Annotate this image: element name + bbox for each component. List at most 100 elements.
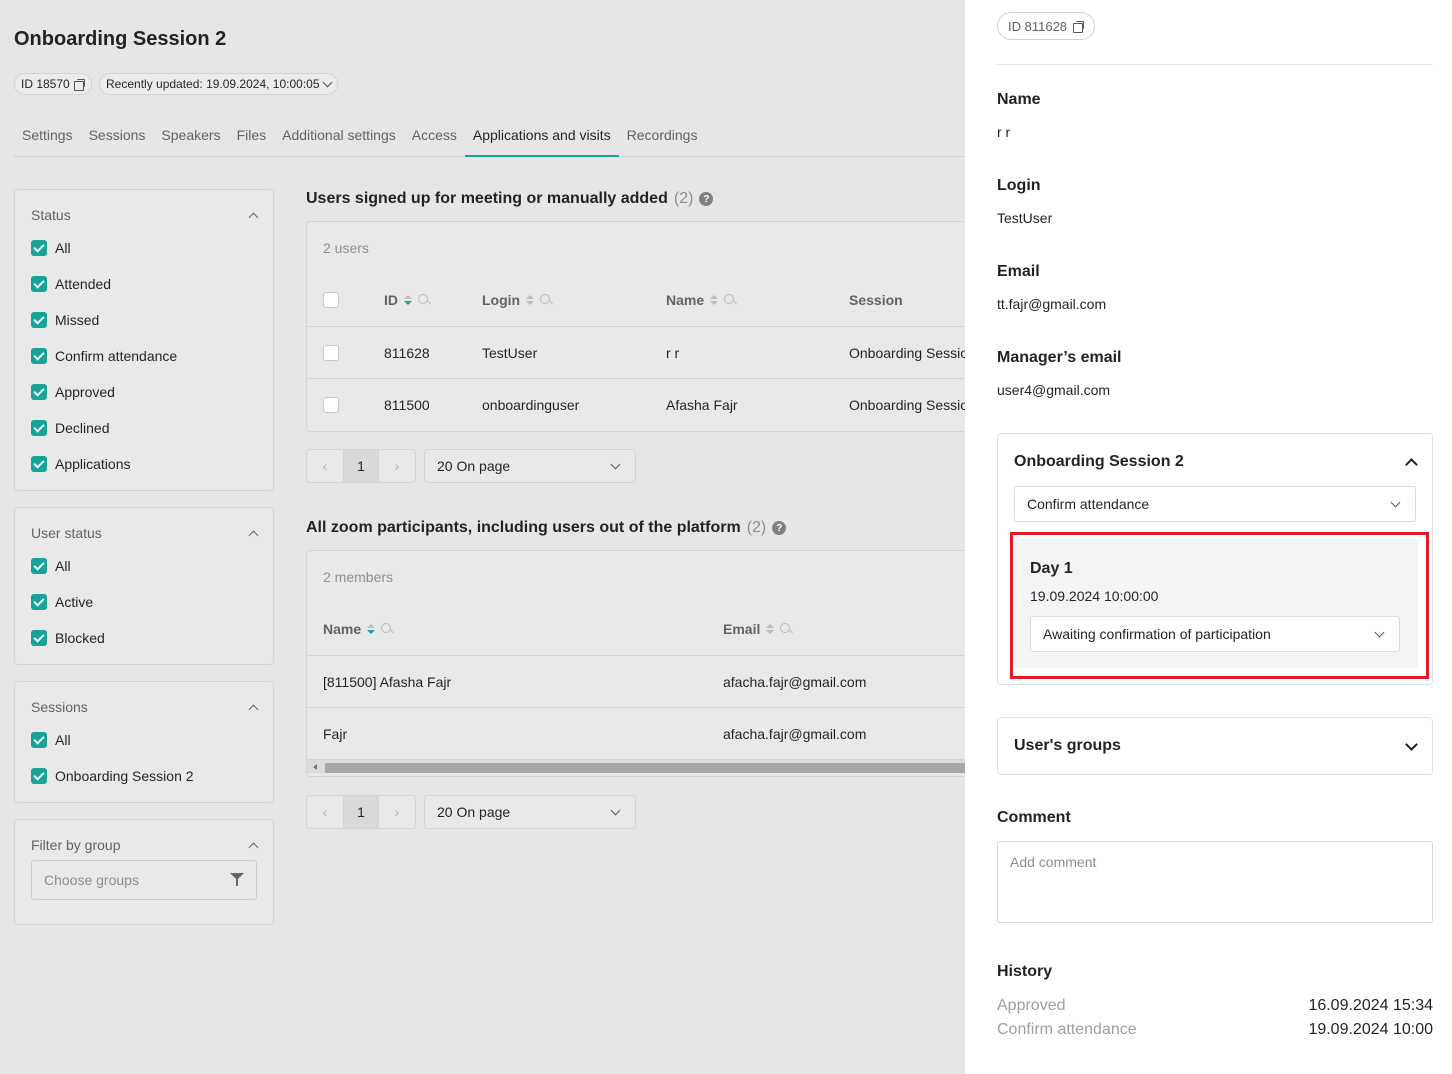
search-icon[interactable] bbox=[381, 623, 393, 635]
tab-additional-settings[interactable]: Additional settings bbox=[274, 118, 404, 157]
session-card-header[interactable]: Onboarding Session 2 bbox=[998, 434, 1432, 490]
comment-input[interactable]: Add comment bbox=[997, 841, 1433, 923]
user-status-active-option[interactable]: Active bbox=[31, 584, 257, 620]
table-row[interactable]: 811500 onboardinguser Afasha Fajr Onboar… bbox=[307, 378, 965, 430]
user-id-chip[interactable]: ID 811628 bbox=[997, 12, 1096, 40]
sort-icon[interactable] bbox=[766, 624, 775, 634]
column-id[interactable]: ID bbox=[384, 274, 430, 326]
event-id-chip[interactable]: ID 18570 bbox=[14, 73, 92, 95]
checkbox[interactable] bbox=[31, 768, 47, 784]
tab-applications-and-visits[interactable]: Applications and visits bbox=[464, 118, 619, 157]
sort-icon[interactable] bbox=[710, 295, 719, 305]
table-row[interactable]: Fajr afacha.fajr@gmail.com bbox=[307, 707, 965, 759]
next-page-button[interactable]: › bbox=[379, 796, 415, 828]
column-name[interactable]: Name bbox=[323, 603, 393, 655]
checkbox[interactable] bbox=[31, 630, 47, 646]
chevron-up-icon[interactable] bbox=[248, 704, 259, 714]
checkbox[interactable] bbox=[31, 240, 47, 256]
users-groups-header[interactable]: User's groups bbox=[998, 718, 1432, 774]
sort-icon[interactable] bbox=[367, 624, 376, 634]
tab-recordings[interactable]: Recordings bbox=[619, 118, 706, 157]
search-icon[interactable] bbox=[724, 294, 736, 306]
tab-access[interactable]: Access bbox=[404, 118, 465, 157]
prev-page-button[interactable]: ‹ bbox=[307, 450, 343, 482]
chevron-up-icon[interactable] bbox=[248, 530, 259, 540]
search-icon[interactable] bbox=[540, 294, 552, 306]
checkbox[interactable] bbox=[31, 348, 47, 364]
tab-speakers[interactable]: Speakers bbox=[153, 118, 228, 157]
per-page-select[interactable]: 20 On page bbox=[424, 795, 636, 829]
row-checkbox[interactable] bbox=[323, 345, 339, 361]
status-approved-option[interactable]: Approved bbox=[31, 374, 257, 410]
column-login[interactable]: Login bbox=[482, 274, 552, 326]
row-checkbox[interactable] bbox=[323, 397, 339, 413]
checkbox[interactable] bbox=[31, 594, 47, 610]
page-number-button[interactable]: 1 bbox=[343, 450, 379, 482]
column-email[interactable]: Email bbox=[723, 603, 792, 655]
checkbox[interactable] bbox=[31, 312, 47, 328]
chevron-up-icon[interactable] bbox=[1405, 457, 1418, 471]
copy-icon[interactable] bbox=[73, 78, 85, 91]
tab-sessions[interactable]: Sessions bbox=[81, 118, 154, 157]
users-groups-card[interactable]: User's groups bbox=[997, 717, 1433, 775]
status-attended-option[interactable]: Attended bbox=[31, 266, 257, 302]
option-label: All bbox=[55, 732, 71, 748]
select-all-checkbox[interactable] bbox=[323, 292, 339, 308]
table-row[interactable]: [811500] Afasha Fajr afacha.fajr@gmail.c… bbox=[307, 655, 965, 707]
group-filter-header[interactable]: Filter by group bbox=[31, 836, 259, 854]
status-applications-option[interactable]: Applications bbox=[31, 446, 257, 482]
checkbox[interactable] bbox=[31, 456, 47, 472]
scroll-left-arrow[interactable] bbox=[313, 764, 317, 770]
sessions-all-option[interactable]: All bbox=[31, 722, 257, 758]
status-confirm-attendance-option[interactable]: Confirm attendance bbox=[31, 338, 257, 374]
user-status-all-option[interactable]: All bbox=[31, 548, 257, 584]
search-icon[interactable] bbox=[418, 294, 430, 306]
page-number-button[interactable]: 1 bbox=[343, 796, 379, 828]
help-icon[interactable]: ? bbox=[772, 521, 787, 535]
page-buttons: ‹ 1 › bbox=[306, 449, 416, 483]
checkbox[interactable] bbox=[31, 276, 47, 292]
status-all-option[interactable]: All bbox=[31, 230, 257, 266]
checkbox[interactable] bbox=[31, 420, 47, 436]
user-status-filter-header[interactable]: User status bbox=[31, 524, 259, 542]
user-status-blocked-option[interactable]: Blocked bbox=[31, 620, 257, 656]
chevron-down-icon[interactable] bbox=[1405, 737, 1418, 751]
zoom-count: (2) bbox=[746, 519, 767, 536]
help-icon[interactable]: ? bbox=[699, 192, 714, 206]
sort-icon[interactable] bbox=[404, 295, 412, 305]
status-filter: Status All Attended Missed Confirm atten… bbox=[14, 189, 274, 491]
session-status-select[interactable]: Confirm attendance bbox=[1014, 486, 1416, 522]
checkbox[interactable] bbox=[31, 558, 47, 574]
per-page-select[interactable]: 20 On page bbox=[424, 449, 636, 483]
column-session[interactable]: Session bbox=[849, 274, 903, 326]
tab-files[interactable]: Files bbox=[229, 118, 275, 157]
choose-groups-input[interactable]: Choose groups bbox=[31, 860, 257, 900]
checkbox[interactable] bbox=[31, 384, 47, 400]
table-row[interactable]: 811628 TestUser r r Onboarding Session 2 bbox=[307, 326, 965, 378]
status-declined-option[interactable]: Declined bbox=[31, 410, 257, 446]
sort-icon[interactable] bbox=[526, 295, 535, 305]
session-status-value: Confirm attendance bbox=[1027, 496, 1150, 512]
prev-page-button[interactable]: ‹ bbox=[307, 796, 343, 828]
copy-icon[interactable] bbox=[1073, 20, 1085, 33]
filter-icon[interactable] bbox=[230, 873, 244, 887]
cell-email: afacha.fajr@gmail.com bbox=[723, 674, 867, 690]
history-status: Confirm attendance bbox=[997, 1021, 1137, 1038]
status-filter-header[interactable]: Status bbox=[31, 206, 259, 224]
chevron-up-icon[interactable] bbox=[248, 842, 259, 852]
status-missed-option[interactable]: Missed bbox=[31, 302, 257, 338]
history-label: History bbox=[997, 963, 1053, 980]
sessions-onboarding-2-option[interactable]: Onboarding Session 2 bbox=[31, 758, 257, 794]
sessions-filter-header[interactable]: Sessions bbox=[31, 698, 259, 716]
tab-settings[interactable]: Settings bbox=[14, 118, 81, 157]
chevron-up-icon[interactable] bbox=[248, 212, 259, 222]
page-buttons: ‹ 1 › bbox=[306, 795, 416, 829]
scrollbar-thumb[interactable] bbox=[325, 763, 965, 773]
cell-id: 811628 bbox=[384, 345, 430, 361]
search-icon[interactable] bbox=[780, 623, 792, 635]
next-page-button[interactable]: › bbox=[379, 450, 415, 482]
checkbox[interactable] bbox=[31, 732, 47, 748]
updated-chip[interactable]: Recently updated: 19.09.2024, 10:00:05 bbox=[99, 73, 338, 95]
column-name[interactable]: Name bbox=[666, 274, 736, 326]
horizontal-scrollbar[interactable] bbox=[307, 759, 965, 773]
